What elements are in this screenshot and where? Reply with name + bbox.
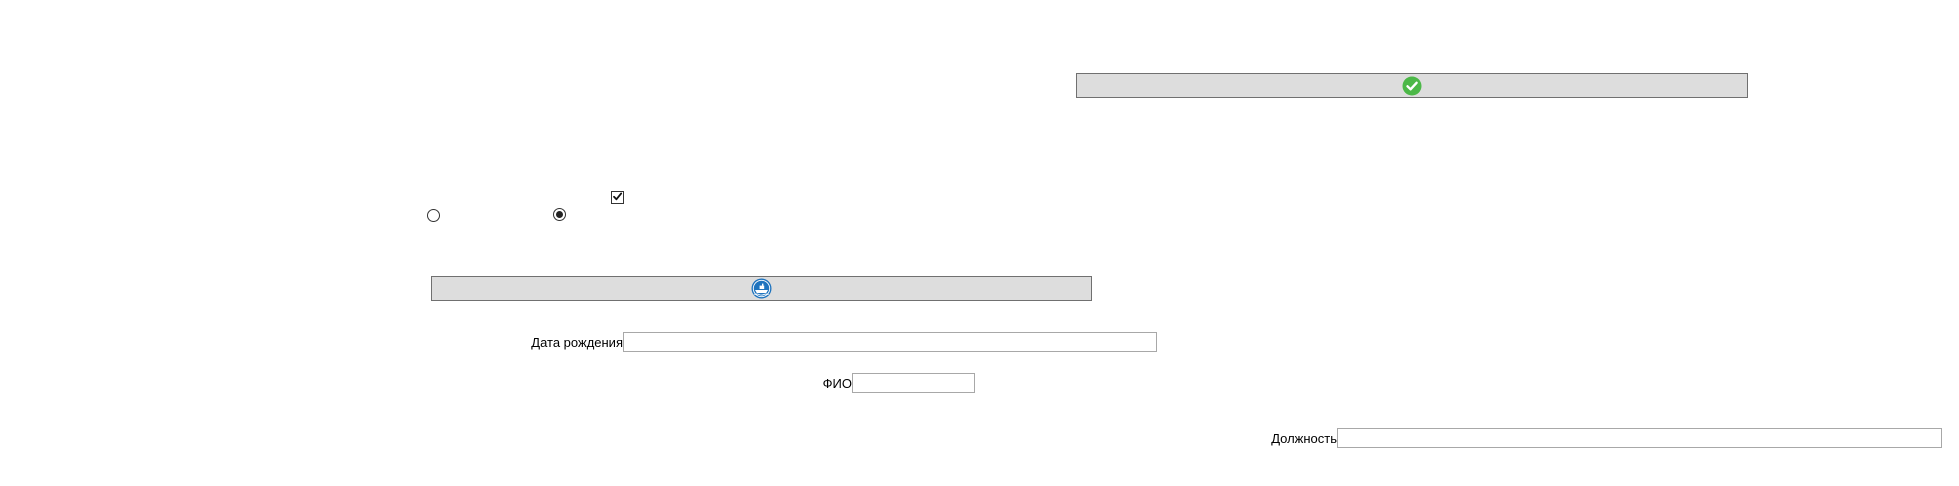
checkmark-icon (612, 190, 623, 205)
position-label: Должность (1271, 431, 1337, 446)
confirm-button[interactable] (1076, 73, 1748, 98)
full-name-label: ФИО (822, 376, 852, 391)
birth-date-input[interactable] (623, 332, 1157, 352)
ship-globe-icon (751, 278, 772, 299)
option-radio-right[interactable] (553, 208, 566, 221)
full-name-input[interactable] (852, 373, 975, 393)
birth-date-label: Дата рождения (531, 335, 623, 350)
option-checkbox[interactable] (611, 191, 624, 204)
position-input[interactable] (1337, 428, 1942, 448)
ship-button[interactable] (431, 276, 1092, 301)
check-circle-icon (1402, 76, 1422, 96)
option-radio-left[interactable] (427, 209, 440, 222)
radio-selected-dot (556, 211, 563, 218)
